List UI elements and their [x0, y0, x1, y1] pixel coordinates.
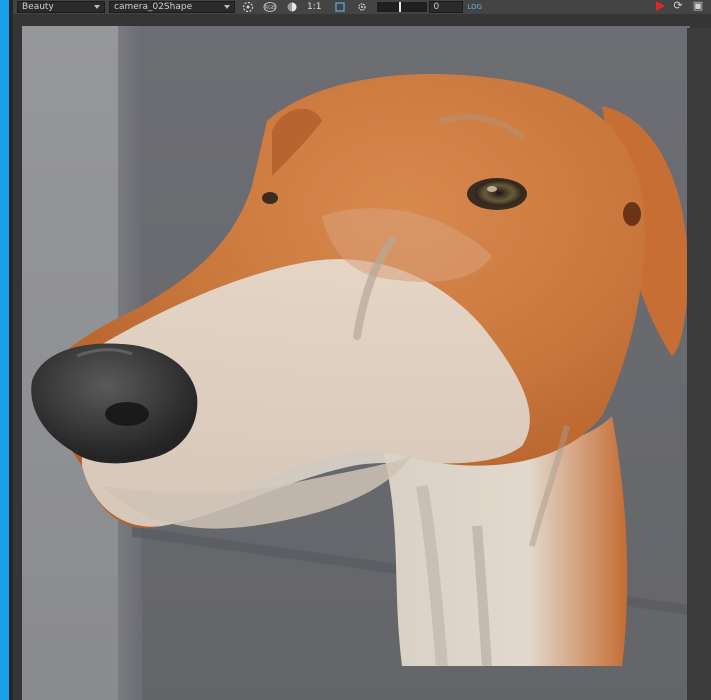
- snapshot-icon[interactable]: ▣: [691, 0, 705, 14]
- channel-mask-icon[interactable]: [283, 1, 301, 13]
- active-panel-accent: [0, 0, 9, 700]
- camera-select-value: camera_02Shape: [114, 2, 193, 12]
- render-region-icon[interactable]: [239, 1, 257, 13]
- aov-select[interactable]: Beauty: [17, 1, 105, 13]
- crop-icon[interactable]: [331, 1, 349, 13]
- render-play-icon[interactable]: [656, 1, 665, 11]
- render-viewport[interactable]: [22, 26, 690, 700]
- log-toggle[interactable]: LOG: [467, 2, 482, 12]
- refresh-icon[interactable]: ⟳: [671, 0, 685, 14]
- viewport-right-gutter: [687, 28, 711, 700]
- arnold-render-view-window: Beauty camera_02Shape RGB 1:1 0 LOG ⟳ ▣: [0, 0, 711, 700]
- rendered-dog-image: [31, 73, 688, 667]
- exposure-field[interactable]: 0: [429, 1, 464, 13]
- pixel-ratio-label[interactable]: 1:1: [307, 2, 321, 12]
- aov-select-value: Beauty: [22, 2, 54, 12]
- exposure-slider[interactable]: [377, 2, 428, 12]
- color-swatch-icon[interactable]: RGB: [261, 1, 279, 13]
- exposure-slider-handle[interactable]: [399, 2, 402, 12]
- chevron-down-icon: [224, 5, 230, 9]
- render-frame: [13, 14, 711, 700]
- svg-text:RGB: RGB: [265, 5, 276, 11]
- settings-gear-icon[interactable]: [353, 1, 371, 13]
- chevron-down-icon: [94, 5, 100, 9]
- camera-select[interactable]: camera_02Shape: [109, 1, 235, 13]
- render-view-toolbar: Beauty camera_02Shape RGB 1:1 0 LOG ⟳ ▣: [13, 0, 711, 14]
